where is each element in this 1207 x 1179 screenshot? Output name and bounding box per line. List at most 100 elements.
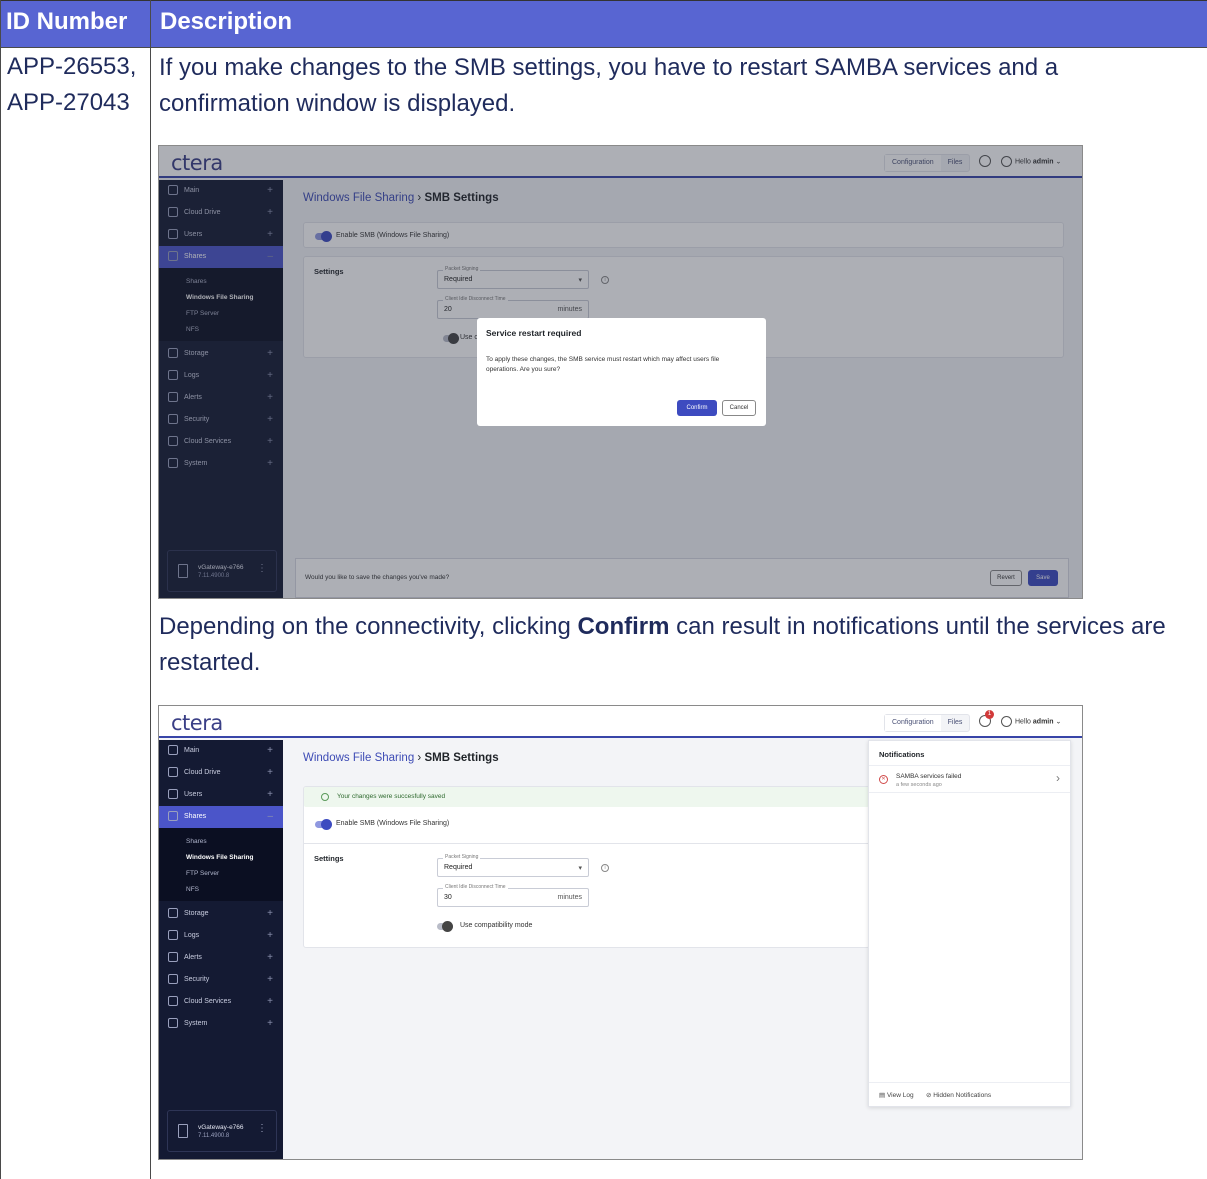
- top-tabs: Configuration Files: [884, 714, 971, 732]
- para2-text: Depending on the connectivity, clicking: [159, 613, 578, 640]
- more-vertical-icon[interactable]: ⋮: [257, 1123, 267, 1134]
- sidebar-item-logs[interactable]: Logs +: [159, 925, 283, 947]
- compat-mode-toggle[interactable]: [437, 921, 453, 932]
- sidebar-item-label: Cloud Services: [184, 998, 232, 1005]
- breadcrumb-link[interactable]: Windows File Sharing: [303, 752, 414, 764]
- logs-icon: [168, 930, 178, 940]
- field-value: Required: [444, 864, 473, 871]
- device-version: 7.11.4900.8: [198, 1133, 230, 1139]
- header-description: Description: [160, 8, 293, 35]
- sidebar-item-storage[interactable]: Storage +: [159, 903, 283, 925]
- dialog-title: Service restart required: [486, 328, 582, 338]
- sidebar-item-alerts[interactable]: Alerts +: [159, 947, 283, 969]
- field-label: Client Idle Disconnect Time: [443, 884, 508, 890]
- cloud-drive-icon: [168, 767, 178, 777]
- release-notes-table: ID Number Description APP-26553, APP-270…: [0, 0, 1207, 1179]
- sidebar-item-system[interactable]: System +: [159, 1013, 283, 1035]
- sidebar-item-cloud-drive[interactable]: Cloud Drive +: [159, 762, 283, 784]
- view-log-link[interactable]: ▤ View Log: [879, 1091, 914, 1099]
- server-icon: [178, 1124, 188, 1138]
- dialog-body: To apply these changes, the SMB service …: [486, 356, 720, 373]
- plus-icon: +: [267, 930, 273, 941]
- device-card[interactable]: vGateway-e766 7.11.4900.8 ⋮: [167, 1110, 277, 1152]
- sidebar-item-label: Main: [184, 747, 200, 754]
- subnav-nfs[interactable]: NFS: [186, 886, 199, 893]
- plus-icon: +: [267, 952, 273, 963]
- notifications-title: Notifications: [879, 750, 925, 759]
- confirm-button[interactable]: Confirm: [677, 400, 717, 416]
- user-menu[interactable]: Hello admin ⌄: [1001, 716, 1061, 727]
- chevron-right-icon: ›: [1056, 771, 1060, 785]
- username-text: admin: [1032, 718, 1054, 726]
- sidebar-item-label: Storage: [184, 910, 209, 917]
- notification-item[interactable]: ✕ SAMBA services failed a few seconds ag…: [869, 765, 1070, 793]
- sidebar-item-label: Users: [184, 791, 203, 798]
- share-icon: [168, 811, 178, 821]
- field-unit: minutes: [557, 894, 582, 901]
- plus-icon: +: [267, 789, 273, 800]
- sidebar-item-main[interactable]: Main +: [159, 740, 283, 762]
- plus-icon: +: [267, 767, 273, 778]
- check-circle-icon: [321, 793, 329, 801]
- id-number-1: APP-26553,: [7, 53, 137, 80]
- enable-smb-toggle[interactable]: [315, 819, 332, 830]
- table-left-border: [0, 0, 1, 1179]
- breadcrumb: Windows File Sharing › SMB Settings: [303, 752, 499, 764]
- eye-off-icon: ⊘: [926, 1092, 932, 1099]
- divider: [304, 843, 869, 844]
- sidebar-item-cloud-services[interactable]: Cloud Services +: [159, 991, 283, 1013]
- page-title: SMB Settings: [424, 752, 499, 764]
- sidebar-item-users[interactable]: Users +: [159, 784, 283, 806]
- device-name: vGateway-e766: [198, 1124, 244, 1131]
- sidebar-item-label: Security: [184, 976, 210, 983]
- view-log-label: View Log: [886, 1092, 914, 1099]
- screenshot-confirmation-dialog: ctera Configuration Files Hello admin ⌄ …: [158, 145, 1083, 599]
- tab-configuration[interactable]: Configuration: [885, 715, 941, 731]
- plus-icon: +: [267, 996, 273, 1007]
- compat-mode-label: Use compatibility mode: [460, 922, 533, 929]
- table-header: ID Number Description: [0, 0, 1207, 47]
- enable-smb-label: Enable SMB (Windows File Sharing): [336, 820, 450, 827]
- notifications-footer: ▤ View Log ⊘ Hidden Notifications: [869, 1082, 1070, 1106]
- screenshot-notifications: ctera Configuration Files 1 Hello admin …: [158, 705, 1083, 1160]
- storage-icon: [168, 908, 178, 918]
- notification-badge: 1: [985, 710, 994, 719]
- plus-icon: +: [267, 1018, 273, 1029]
- sidebar-item-shares[interactable]: Shares –: [159, 806, 283, 828]
- subnav-ftp-server[interactable]: FTP Server: [186, 870, 219, 877]
- log-icon: ▤: [879, 1092, 886, 1099]
- idle-time-input[interactable]: Client Idle Disconnect Time 30 minutes: [437, 884, 589, 907]
- sidebar-item-label: System: [184, 1020, 208, 1027]
- sidebar-item-label: Logs: [184, 932, 200, 939]
- subnav-windows-file-sharing[interactable]: Windows File Sharing: [186, 854, 253, 861]
- cancel-button[interactable]: Cancel: [722, 400, 756, 416]
- row-divider: [0, 47, 1207, 48]
- tab-files[interactable]: Files: [941, 715, 970, 731]
- field-label: Packet Signing: [443, 854, 481, 860]
- plus-icon: +: [267, 908, 273, 919]
- users-icon: [168, 789, 178, 799]
- breadcrumb-separator: ›: [417, 752, 422, 764]
- plus-icon: +: [267, 745, 273, 756]
- sidebar-item-security[interactable]: Security +: [159, 969, 283, 991]
- system-icon: [168, 1018, 178, 1028]
- subnav-shares[interactable]: Shares: [186, 838, 207, 845]
- packet-signing-select[interactable]: Packet Signing Required ▾: [437, 854, 589, 877]
- greeting-text: Hello: [1015, 718, 1031, 726]
- description-paragraph-2: Depending on the connectivity, clicking …: [159, 609, 1189, 681]
- success-banner: Your changes were succesfully saved: [304, 787, 869, 807]
- chevron-down-icon: ⌄: [1055, 718, 1062, 726]
- minus-icon: –: [267, 811, 273, 822]
- para2-bold: Confirm: [577, 613, 670, 640]
- info-icon[interactable]: i: [601, 864, 609, 872]
- hidden-notifications-link[interactable]: ⊘ Hidden Notifications: [926, 1091, 991, 1099]
- sidebar: Main + Cloud Drive + Users + Shares – Shares…: [159, 740, 283, 1159]
- sidebar-item-label: Shares: [184, 813, 207, 820]
- field-value: 30: [444, 894, 452, 901]
- grid-icon: [168, 745, 178, 755]
- settings-label: Settings: [314, 854, 344, 863]
- settings-card: Your changes were succesfully saved Enab…: [303, 786, 870, 948]
- description-paragraph-1: If you make changes to the SMB settings,…: [159, 54, 1059, 117]
- error-icon: ✕: [879, 775, 888, 784]
- sidebar-item-label: Alerts: [184, 954, 202, 961]
